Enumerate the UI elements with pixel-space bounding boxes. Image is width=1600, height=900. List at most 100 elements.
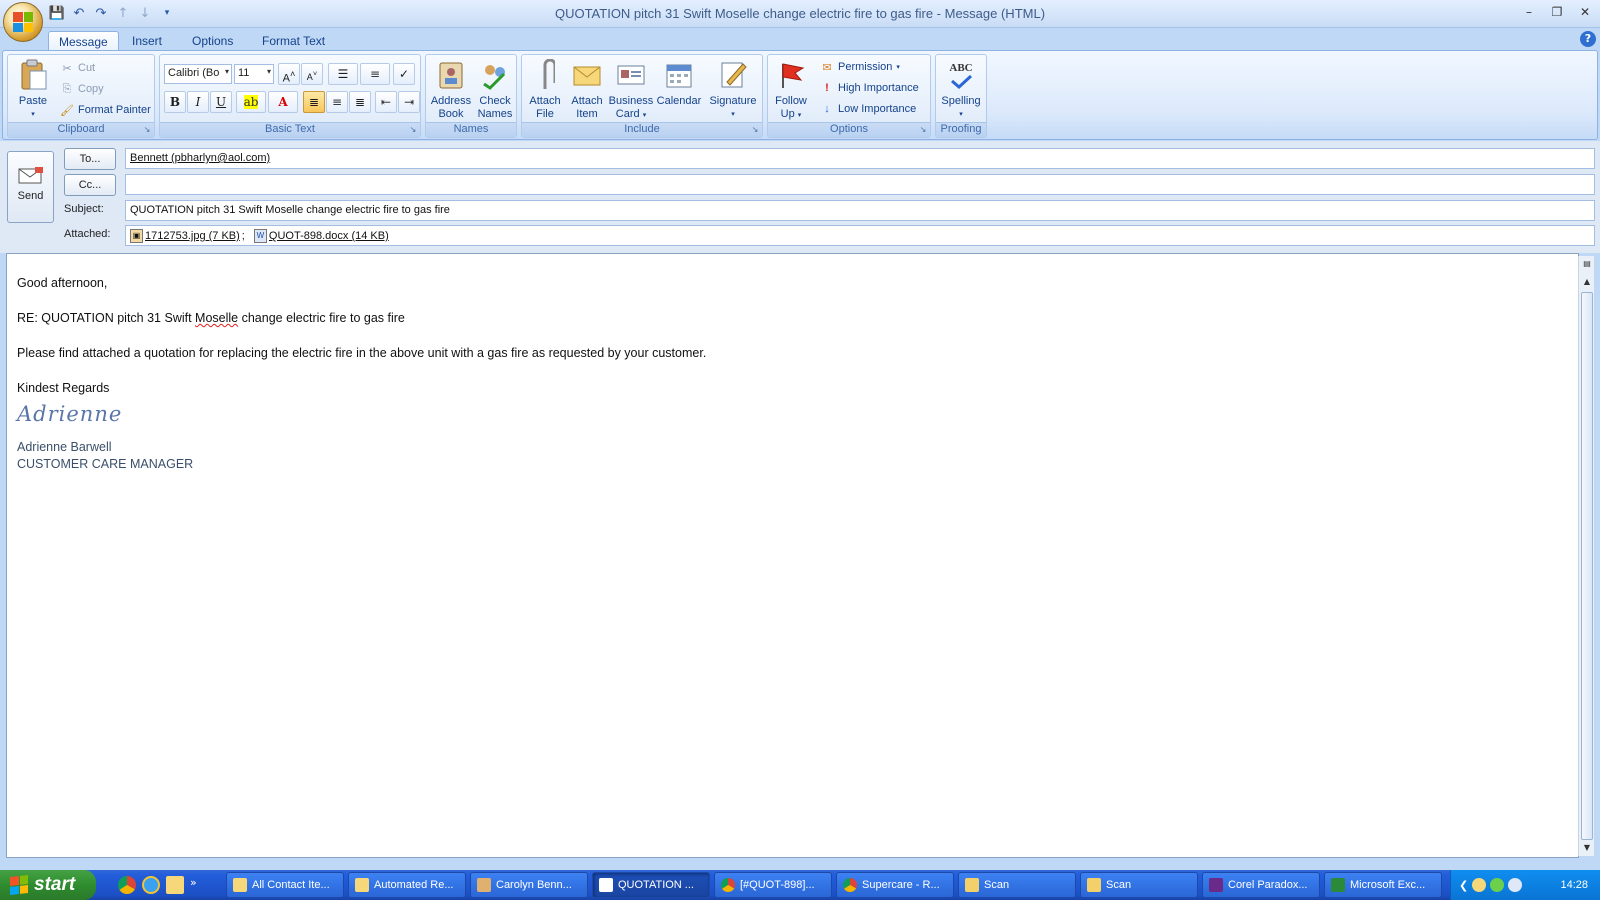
align-center-icon[interactable]: ≡	[326, 91, 348, 113]
proofing-label: Proofing	[936, 122, 986, 137]
task-excel[interactable]: Microsoft Exc...	[1324, 872, 1442, 898]
italic-button[interactable]: I	[187, 91, 209, 113]
options-label: Options	[768, 122, 930, 137]
font-size-combo[interactable]: 11 ▾	[234, 64, 274, 84]
start-button[interactable]: start	[0, 870, 96, 900]
message-body[interactable]: Good afternoon, RE: QUOTATION pitch 31 S…	[6, 253, 1579, 858]
calendar-button[interactable]: Calendar	[656, 59, 702, 108]
font-name-combo[interactable]: Calibri (Bo ▾	[164, 64, 232, 84]
attachment-jpg[interactable]: ▣ 1712753.jpg (7 KB);	[130, 229, 245, 243]
tab-insert[interactable]: Insert	[122, 31, 172, 51]
basic-text-group: Calibri (Bo ▾ 11 ▾ A˄ A˅ ☰ ≡ ✓ B I U ab A …	[159, 54, 421, 138]
check-names-button[interactable]: Check Names	[472, 59, 518, 121]
scrollbar-thumb[interactable]	[1581, 292, 1593, 840]
format-painter-button[interactable]: 🖌 Format Painter	[60, 100, 151, 120]
task-carolyn[interactable]: Carolyn Benn...	[470, 872, 588, 898]
chrome-icon[interactable]	[118, 876, 136, 894]
windows-flag-icon	[10, 875, 28, 895]
shrink-font-button[interactable]: A˅	[301, 63, 323, 85]
folder-icon	[1087, 878, 1101, 892]
tab-options[interactable]: Options	[182, 31, 243, 51]
internet-explorer-icon[interactable]	[142, 876, 160, 894]
proofing-group: ABC Spelling ▾ Proofing	[935, 54, 987, 138]
contact-icon	[477, 878, 491, 892]
clear-formatting-icon[interactable]: ✓	[393, 63, 415, 85]
message-icon	[599, 878, 613, 892]
signature-button[interactable]: Signature ▾	[706, 59, 760, 121]
task-automated[interactable]: Automated Re...	[348, 872, 466, 898]
bullets-icon[interactable]: ☰	[328, 63, 358, 85]
window-controls: – ❐ ✕	[1520, 4, 1594, 20]
send-envelope-icon	[17, 166, 45, 186]
attach-file-button[interactable]: Attach File	[522, 59, 568, 121]
business-card-icon	[615, 59, 647, 91]
dialog-launcher-icon[interactable]: ↘	[408, 125, 418, 135]
numbering-icon[interactable]: ≡	[360, 63, 390, 85]
subject-field[interactable]: QUOTATION pitch 31 Swift Moselle change …	[125, 200, 1595, 221]
increase-indent-icon[interactable]: ⇥	[398, 91, 420, 113]
bold-button[interactable]: B	[164, 91, 186, 113]
low-importance-button[interactable]: ↓ Low Importance	[820, 99, 916, 119]
send-button[interactable]: Send	[7, 151, 54, 223]
restore-icon[interactable]: ❐	[1548, 4, 1566, 20]
permission-icon: ✉	[822, 61, 832, 74]
minimize-icon[interactable]: –	[1520, 4, 1538, 20]
ruler-toggle-icon[interactable]: ▤	[1579, 256, 1595, 272]
title-bar: 💾 ↶ ↷ ↑ ↓ ▾ QUOTATION pitch 31 Swift Mos…	[0, 0, 1600, 42]
close-icon[interactable]: ✕	[1576, 4, 1594, 20]
follow-up-button[interactable]: Follow Up ▾	[768, 59, 814, 122]
dialog-launcher-icon[interactable]: ↘	[142, 125, 152, 135]
to-button[interactable]: To...	[64, 148, 116, 170]
align-left-icon[interactable]: ≣	[303, 91, 325, 113]
copy-button[interactable]: ⎘ Copy	[60, 79, 104, 99]
font-color-icon[interactable]: A	[268, 91, 298, 113]
paste-button[interactable]: Paste ▾	[10, 59, 56, 121]
task-quot-898[interactable]: [#QUOT-898]...	[714, 872, 832, 898]
task-corel-paradox[interactable]: Corel Paradox...	[1202, 872, 1320, 898]
cc-field[interactable]	[125, 174, 1595, 195]
task-quotation[interactable]: QUOTATION ...	[592, 872, 710, 898]
attachment-docx[interactable]: W QUOT-898.docx (14 KB)	[253, 229, 389, 243]
underline-button[interactable]: U	[210, 91, 232, 113]
address-book-button[interactable]: Address Book	[428, 59, 474, 121]
subject-label: Subject:	[64, 203, 104, 215]
tray-expand-icon[interactable]: ❮	[1459, 879, 1468, 892]
permission-button[interactable]: ✉ Permission ▾	[820, 57, 900, 77]
office-button[interactable]	[3, 2, 43, 42]
task-scan-1[interactable]: Scan	[958, 872, 1076, 898]
status-tray-icon[interactable]	[1490, 878, 1505, 892]
task-scan-2[interactable]: Scan	[1080, 872, 1198, 898]
spelling-button[interactable]: ABC Spelling ▾	[938, 59, 984, 121]
grow-font-button[interactable]: A˄	[278, 63, 300, 85]
attach-item-button[interactable]: Attach Item	[564, 59, 610, 121]
tab-format-text[interactable]: Format Text	[252, 31, 335, 51]
decrease-indent-icon[interactable]: ⇤	[375, 91, 397, 113]
to-field[interactable]: Bennett (pbharlyn@aol.com)	[125, 148, 1595, 169]
dialog-launcher-icon[interactable]: ↘	[918, 125, 928, 135]
network-tray-icon[interactable]	[1508, 878, 1523, 892]
folder-icon	[965, 878, 979, 892]
dialog-launcher-icon[interactable]: ↘	[750, 125, 760, 135]
tab-message[interactable]: Message	[48, 31, 119, 51]
names-label: Names	[426, 122, 516, 137]
cut-button[interactable]: ✂ Cut	[60, 58, 95, 78]
outlook-tray-icon[interactable]	[1472, 878, 1487, 892]
highlight-icon[interactable]: ab	[236, 91, 266, 113]
business-card-button[interactable]: Business Card ▾	[608, 59, 654, 122]
vertical-scrollbar[interactable]: ▤ ▲ ▼	[1578, 256, 1594, 856]
paintbrush-icon: 🖌	[60, 104, 74, 117]
scroll-down-icon[interactable]: ▼	[1579, 840, 1595, 856]
align-right-icon[interactable]: ≣	[349, 91, 371, 113]
task-supercare[interactable]: Supercare - R...	[836, 872, 954, 898]
help-icon[interactable]: ?	[1580, 31, 1596, 47]
options-group: Follow Up ▾ ✉ Permission ▾ ! High Importanc…	[767, 54, 931, 138]
window-title: QUOTATION pitch 31 Swift Moselle change …	[554, 6, 1046, 21]
high-importance-button[interactable]: ! High Importance	[820, 78, 919, 98]
cc-button[interactable]: Cc...	[64, 174, 116, 196]
task-all-contact[interactable]: All Contact Ite...	[226, 872, 344, 898]
outlook-icon[interactable]	[166, 876, 184, 894]
scroll-up-icon[interactable]: ▲	[1579, 274, 1595, 290]
copy-icon: ⎘	[62, 82, 72, 95]
more-chevron-icon[interactable]: »	[190, 876, 197, 894]
ribbon-tabs: Message Insert Options Format Text ?	[0, 28, 1600, 51]
